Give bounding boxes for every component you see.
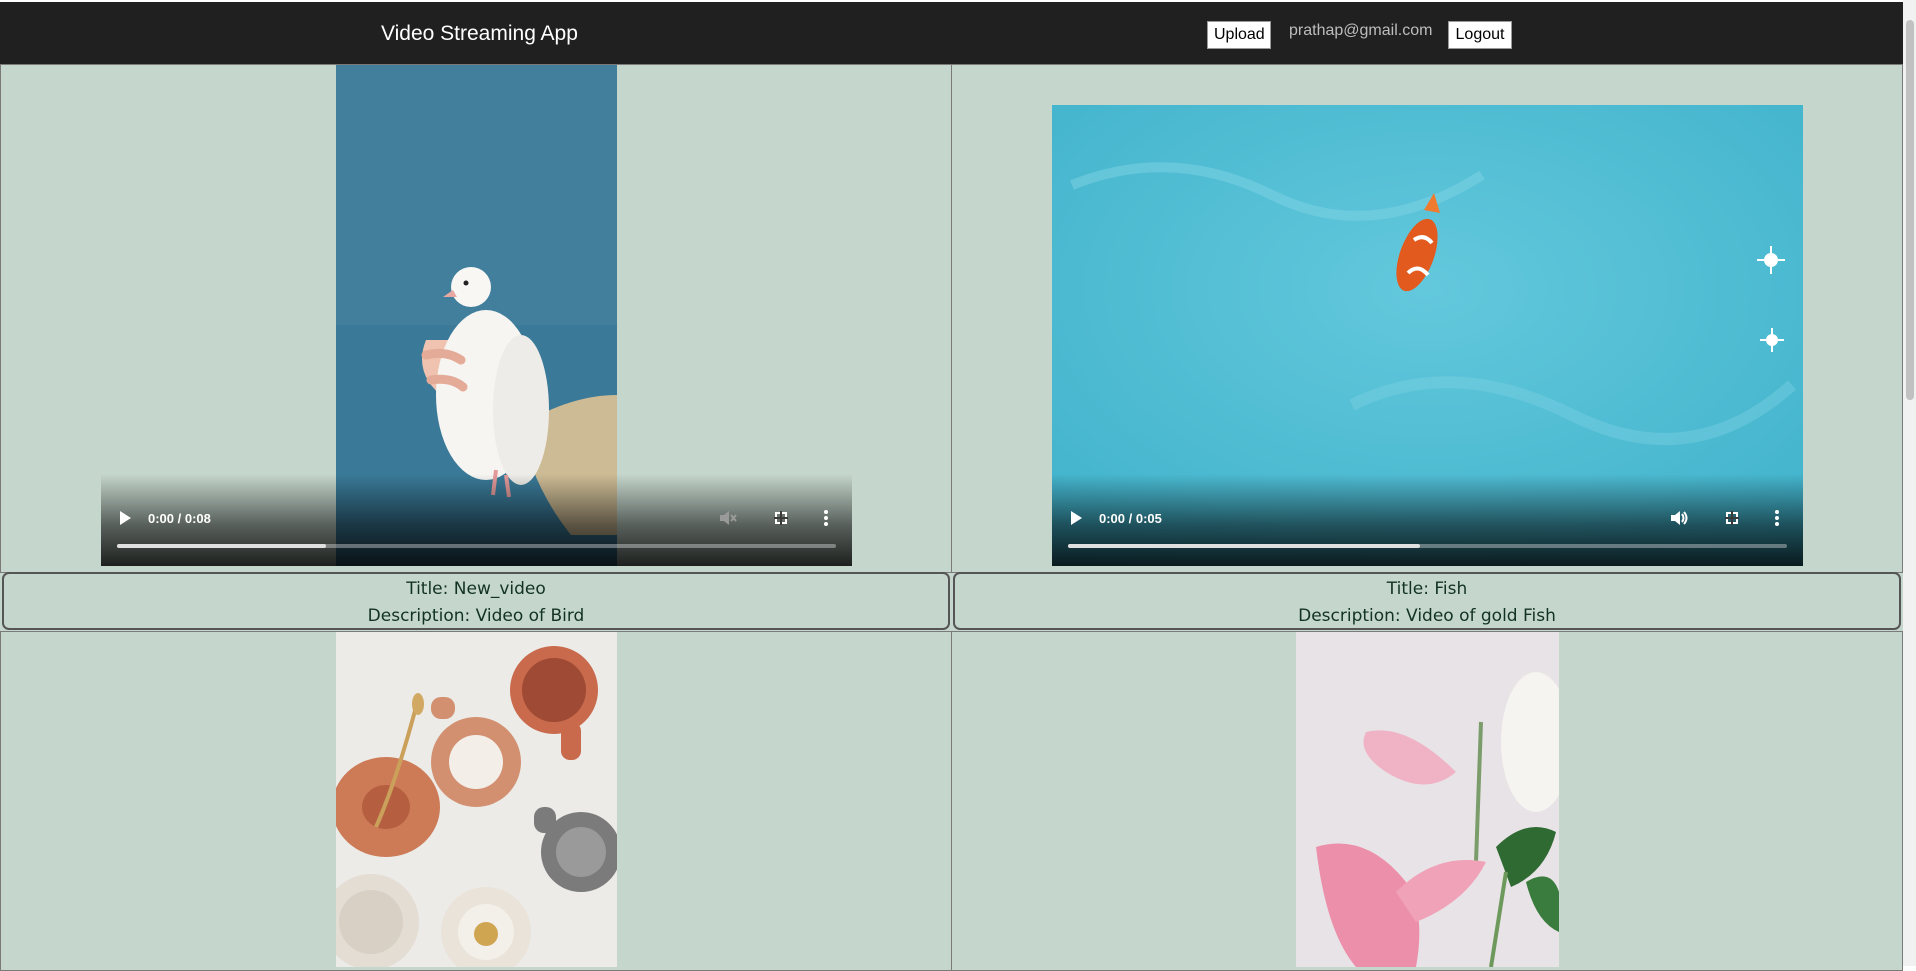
play-icon[interactable]: [120, 511, 131, 525]
video-player-bird[interactable]: 0:00 / 0:08: [101, 65, 852, 566]
video-player-fish[interactable]: 0:00 / 0:05: [1052, 105, 1803, 566]
app-title: Video Streaming App: [381, 22, 578, 45]
cups-video-frame: [336, 632, 617, 967]
video-title: Title: New_video: [406, 579, 546, 599]
video-card-fish: 0:00 / 0:05: [951, 64, 1903, 573]
video-caption-bird: Title: New_video Description: Video of B…: [2, 572, 950, 630]
video-player-cups[interactable]: [336, 632, 617, 967]
navbar: Video Streaming App Upload prathap@gmail…: [0, 2, 1903, 64]
fullscreen-icon[interactable]: [1725, 511, 1739, 525]
video-controls: 0:00 / 0:08: [101, 474, 852, 566]
more-options-icon[interactable]: [824, 510, 828, 526]
video-description: Description: Video of Bird: [367, 606, 585, 626]
video-time: 0:00 / 0:08: [148, 511, 211, 526]
video-description: Description: Video of gold Fish: [1298, 606, 1556, 626]
video-caption-fish: Title: Fish Description: Video of gold F…: [953, 572, 1901, 630]
video-time: 0:00 / 0:05: [1099, 511, 1162, 526]
upload-button[interactable]: Upload: [1207, 21, 1271, 49]
video-card-flowers: [951, 631, 1903, 971]
scrollbar-thumb[interactable]: [1906, 20, 1914, 400]
volume-icon[interactable]: [1670, 510, 1688, 526]
video-card-cups: [0, 631, 952, 971]
video-grid: 0:00 / 0:08 Title: New_video Description…: [0, 64, 1903, 971]
logout-button[interactable]: Logout: [1448, 21, 1512, 49]
video-card-bird: 0:00 / 0:08: [0, 64, 952, 573]
video-player-flowers[interactable]: [1296, 632, 1559, 967]
play-icon[interactable]: [1071, 511, 1082, 525]
flowers-video-frame: [1296, 632, 1559, 967]
muted-volume-icon[interactable]: [719, 510, 737, 526]
more-options-icon[interactable]: [1775, 510, 1779, 526]
progress-fill: [117, 544, 326, 548]
video-title: Title: Fish: [1386, 579, 1468, 599]
progress-bar[interactable]: [1068, 544, 1787, 548]
user-email: prathap@gmail.com: [1289, 22, 1433, 39]
video-controls: 0:00 / 0:05: [1052, 474, 1803, 566]
fullscreen-icon[interactable]: [774, 511, 788, 525]
progress-fill: [1068, 544, 1421, 548]
progress-bar[interactable]: [117, 544, 836, 548]
